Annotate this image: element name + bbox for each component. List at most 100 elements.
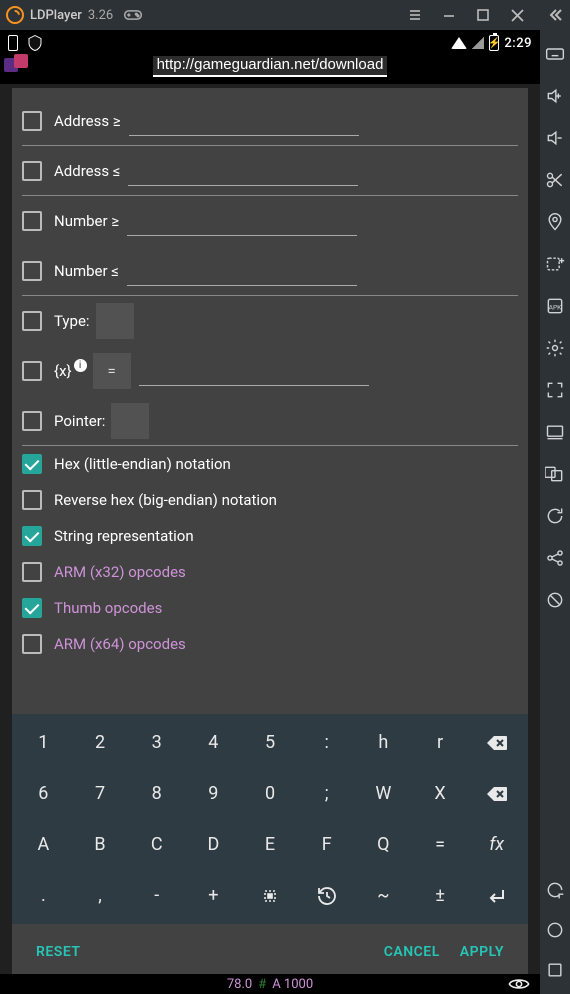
key-9[interactable]: 9 [188, 771, 239, 816]
row-number-ge: Number ≥ [22, 196, 518, 246]
status-footer: 78.0 # A 1000 [0, 974, 540, 994]
url-bar: http://gameguardian.net/download [0, 56, 540, 84]
key-enter-icon[interactable] [471, 873, 522, 918]
minimize-button[interactable] [432, 0, 466, 30]
fullscreen-icon[interactable] [545, 380, 565, 400]
key-4[interactable]: 4 [188, 720, 239, 765]
label-pointer: Pointer: [54, 412, 105, 430]
option-checkbox[interactable] [22, 634, 42, 654]
cancel-button[interactable]: CANCEL [374, 938, 450, 966]
input-address-le[interactable] [128, 156, 358, 186]
key-±[interactable]: ± [415, 873, 466, 918]
option-checkbox[interactable] [22, 562, 42, 582]
copy-icon[interactable] [545, 464, 565, 484]
checkbox-set[interactable] [22, 361, 42, 381]
option-checkbox[interactable] [22, 526, 42, 546]
key-.[interactable]: . [18, 873, 69, 918]
key-,[interactable]: , [75, 873, 126, 918]
key-Q[interactable]: Q [358, 822, 409, 867]
reset-button[interactable]: RESET [26, 938, 90, 966]
key-D[interactable]: D [188, 822, 239, 867]
key-1[interactable]: 1 [18, 720, 69, 765]
pointer-selector[interactable] [111, 403, 149, 439]
nav-recents-button[interactable] [545, 960, 565, 980]
key-7[interactable]: 7 [75, 771, 126, 816]
volume-up-icon[interactable] [545, 86, 565, 106]
key-sel-icon[interactable] [245, 873, 296, 918]
input-address-ge[interactable] [129, 106, 359, 136]
set-op[interactable]: = [93, 353, 131, 389]
key-E[interactable]: E [245, 822, 296, 867]
key-8[interactable]: 8 [131, 771, 182, 816]
location-icon[interactable] [545, 212, 565, 232]
display-icon[interactable] [545, 422, 565, 442]
key-fx[interactable]: fx [471, 822, 522, 867]
key-r[interactable]: r [415, 720, 466, 765]
input-number-ge[interactable] [127, 206, 357, 236]
filter-dialog: Address ≥ Address ≤ Number ≥ Number ≤ [12, 88, 528, 984]
checkbox-number-le[interactable] [22, 261, 42, 281]
settings-icon[interactable] [545, 338, 565, 358]
visibility-icon[interactable] [508, 977, 530, 991]
key-2[interactable]: 2 [75, 720, 126, 765]
checkbox-type[interactable] [22, 311, 42, 331]
key-;[interactable]: ; [301, 771, 352, 816]
key--[interactable]: - [131, 873, 182, 918]
add-window-icon[interactable] [545, 254, 565, 274]
option-row[interactable]: ARM (x64) opcodes [22, 626, 518, 662]
menu-button[interactable] [398, 0, 432, 30]
option-row[interactable]: ARM (x32) opcodes [22, 554, 518, 590]
option-row[interactable]: Reverse hex (big-endian) notation [22, 482, 518, 518]
apply-button[interactable]: APPLY [450, 938, 514, 966]
key-W[interactable]: W [358, 771, 409, 816]
rotate-icon[interactable] [545, 506, 565, 526]
keyboard-icon[interactable] [545, 44, 565, 64]
type-selector[interactable] [96, 303, 134, 339]
key-0[interactable]: 0 [245, 771, 296, 816]
key-5[interactable]: 5 [245, 720, 296, 765]
close-button[interactable] [500, 0, 534, 30]
collapse-toolbar-button[interactable] [540, 0, 570, 30]
input-set[interactable] [139, 356, 369, 386]
key-6[interactable]: 6 [18, 771, 69, 816]
checkbox-address-ge[interactable] [22, 111, 42, 131]
key-X[interactable]: X [415, 771, 466, 816]
key-:[interactable]: : [301, 720, 352, 765]
gamepad-icon[interactable] [123, 8, 143, 22]
key-F[interactable]: F [301, 822, 352, 867]
no-rotate-icon[interactable] [545, 590, 565, 610]
share-icon[interactable] [545, 548, 565, 568]
key-hist-icon[interactable] [301, 873, 352, 918]
key-=[interactable]: = [415, 822, 466, 867]
key-B[interactable]: B [75, 822, 126, 867]
option-checkbox[interactable] [22, 454, 42, 474]
key-h[interactable]: h [358, 720, 409, 765]
key-A[interactable]: A [18, 822, 69, 867]
nav-home-button[interactable] [545, 920, 565, 940]
key-3[interactable]: 3 [131, 720, 182, 765]
no-signal-icon [472, 37, 484, 49]
info-icon[interactable]: i [74, 359, 87, 372]
option-checkbox[interactable] [22, 598, 42, 618]
checkbox-address-le[interactable] [22, 161, 42, 181]
checkbox-number-ge[interactable] [22, 211, 42, 231]
url-text[interactable]: http://gameguardian.net/download [153, 56, 388, 77]
key-+[interactable]: + [188, 873, 239, 918]
option-checkbox[interactable] [22, 490, 42, 510]
input-number-le[interactable] [127, 256, 357, 286]
key-bksp-icon[interactable] [471, 771, 522, 816]
apk-icon[interactable]: APK [545, 296, 565, 316]
checkbox-pointer[interactable] [22, 411, 42, 431]
key-~[interactable]: ~ [358, 873, 409, 918]
key-C[interactable]: C [131, 822, 182, 867]
svg-text:APK: APK [549, 303, 563, 311]
maximize-button[interactable] [466, 0, 500, 30]
nav-back-button[interactable] [545, 880, 565, 900]
option-row[interactable]: Thumb opcodes [22, 590, 518, 626]
scissors-icon[interactable] [545, 170, 565, 190]
label-address-ge: Address ≥ [54, 112, 121, 130]
option-row[interactable]: Hex (little-endian) notation [22, 446, 518, 482]
key-bksp-icon[interactable] [471, 720, 522, 765]
option-row[interactable]: String representation [22, 518, 518, 554]
volume-down-icon[interactable] [545, 128, 565, 148]
